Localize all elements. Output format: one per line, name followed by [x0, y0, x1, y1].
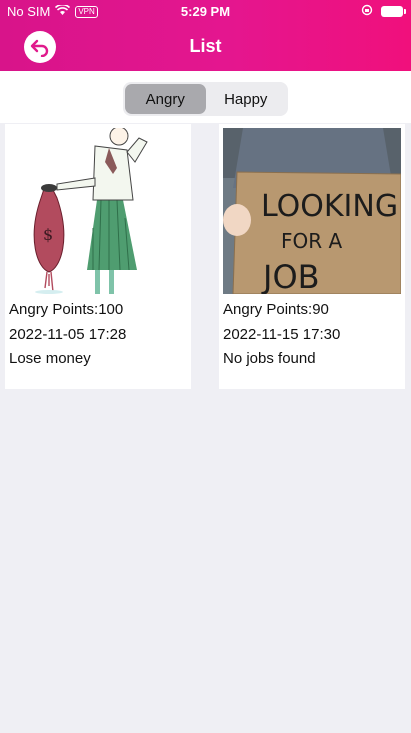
item-date: 2022-11-05 17:28 — [9, 326, 127, 343]
item-date: 2022-11-15 17:30 — [223, 326, 341, 343]
status-time: 5:29 PM — [180, 4, 231, 19]
segmented-control: Angry Happy — [123, 82, 288, 116]
segment-area: Angry Happy — [0, 71, 411, 123]
tab-happy[interactable]: Happy — [206, 84, 287, 114]
angry-points: Angry Points:100 — [9, 301, 124, 318]
status-bar: No SIM VPN 5:29 PM — [0, 0, 411, 22]
list-item[interactable]: $ Angry Points:100 2022-11-05 17:28 Lose… — [5, 124, 191, 389]
page-title: List — [189, 36, 222, 56]
item-reason: No jobs found — [223, 350, 316, 367]
svg-text:LOOKING: LOOKING — [261, 189, 398, 224]
item-reason: Lose money — [9, 350, 91, 367]
rotation-lock-icon — [361, 4, 373, 19]
tab-angry[interactable]: Angry — [125, 84, 206, 114]
header-bar: No SIM VPN 5:29 PM List — [0, 0, 411, 71]
woman-money-bag-image: $ — [9, 128, 187, 294]
angry-points: Angry Points:90 — [223, 301, 329, 318]
list-item[interactable]: LOOKING FOR A JOB Angry Points:90 2022-1… — [219, 124, 405, 389]
svg-text:$: $ — [43, 225, 53, 244]
svg-text:FOR A: FOR A — [281, 229, 343, 253]
job-sign-image: LOOKING FOR A JOB — [223, 128, 401, 294]
svg-text:JOB: JOB — [261, 258, 320, 294]
battery-icon — [381, 6, 406, 17]
status-right — [361, 4, 406, 19]
